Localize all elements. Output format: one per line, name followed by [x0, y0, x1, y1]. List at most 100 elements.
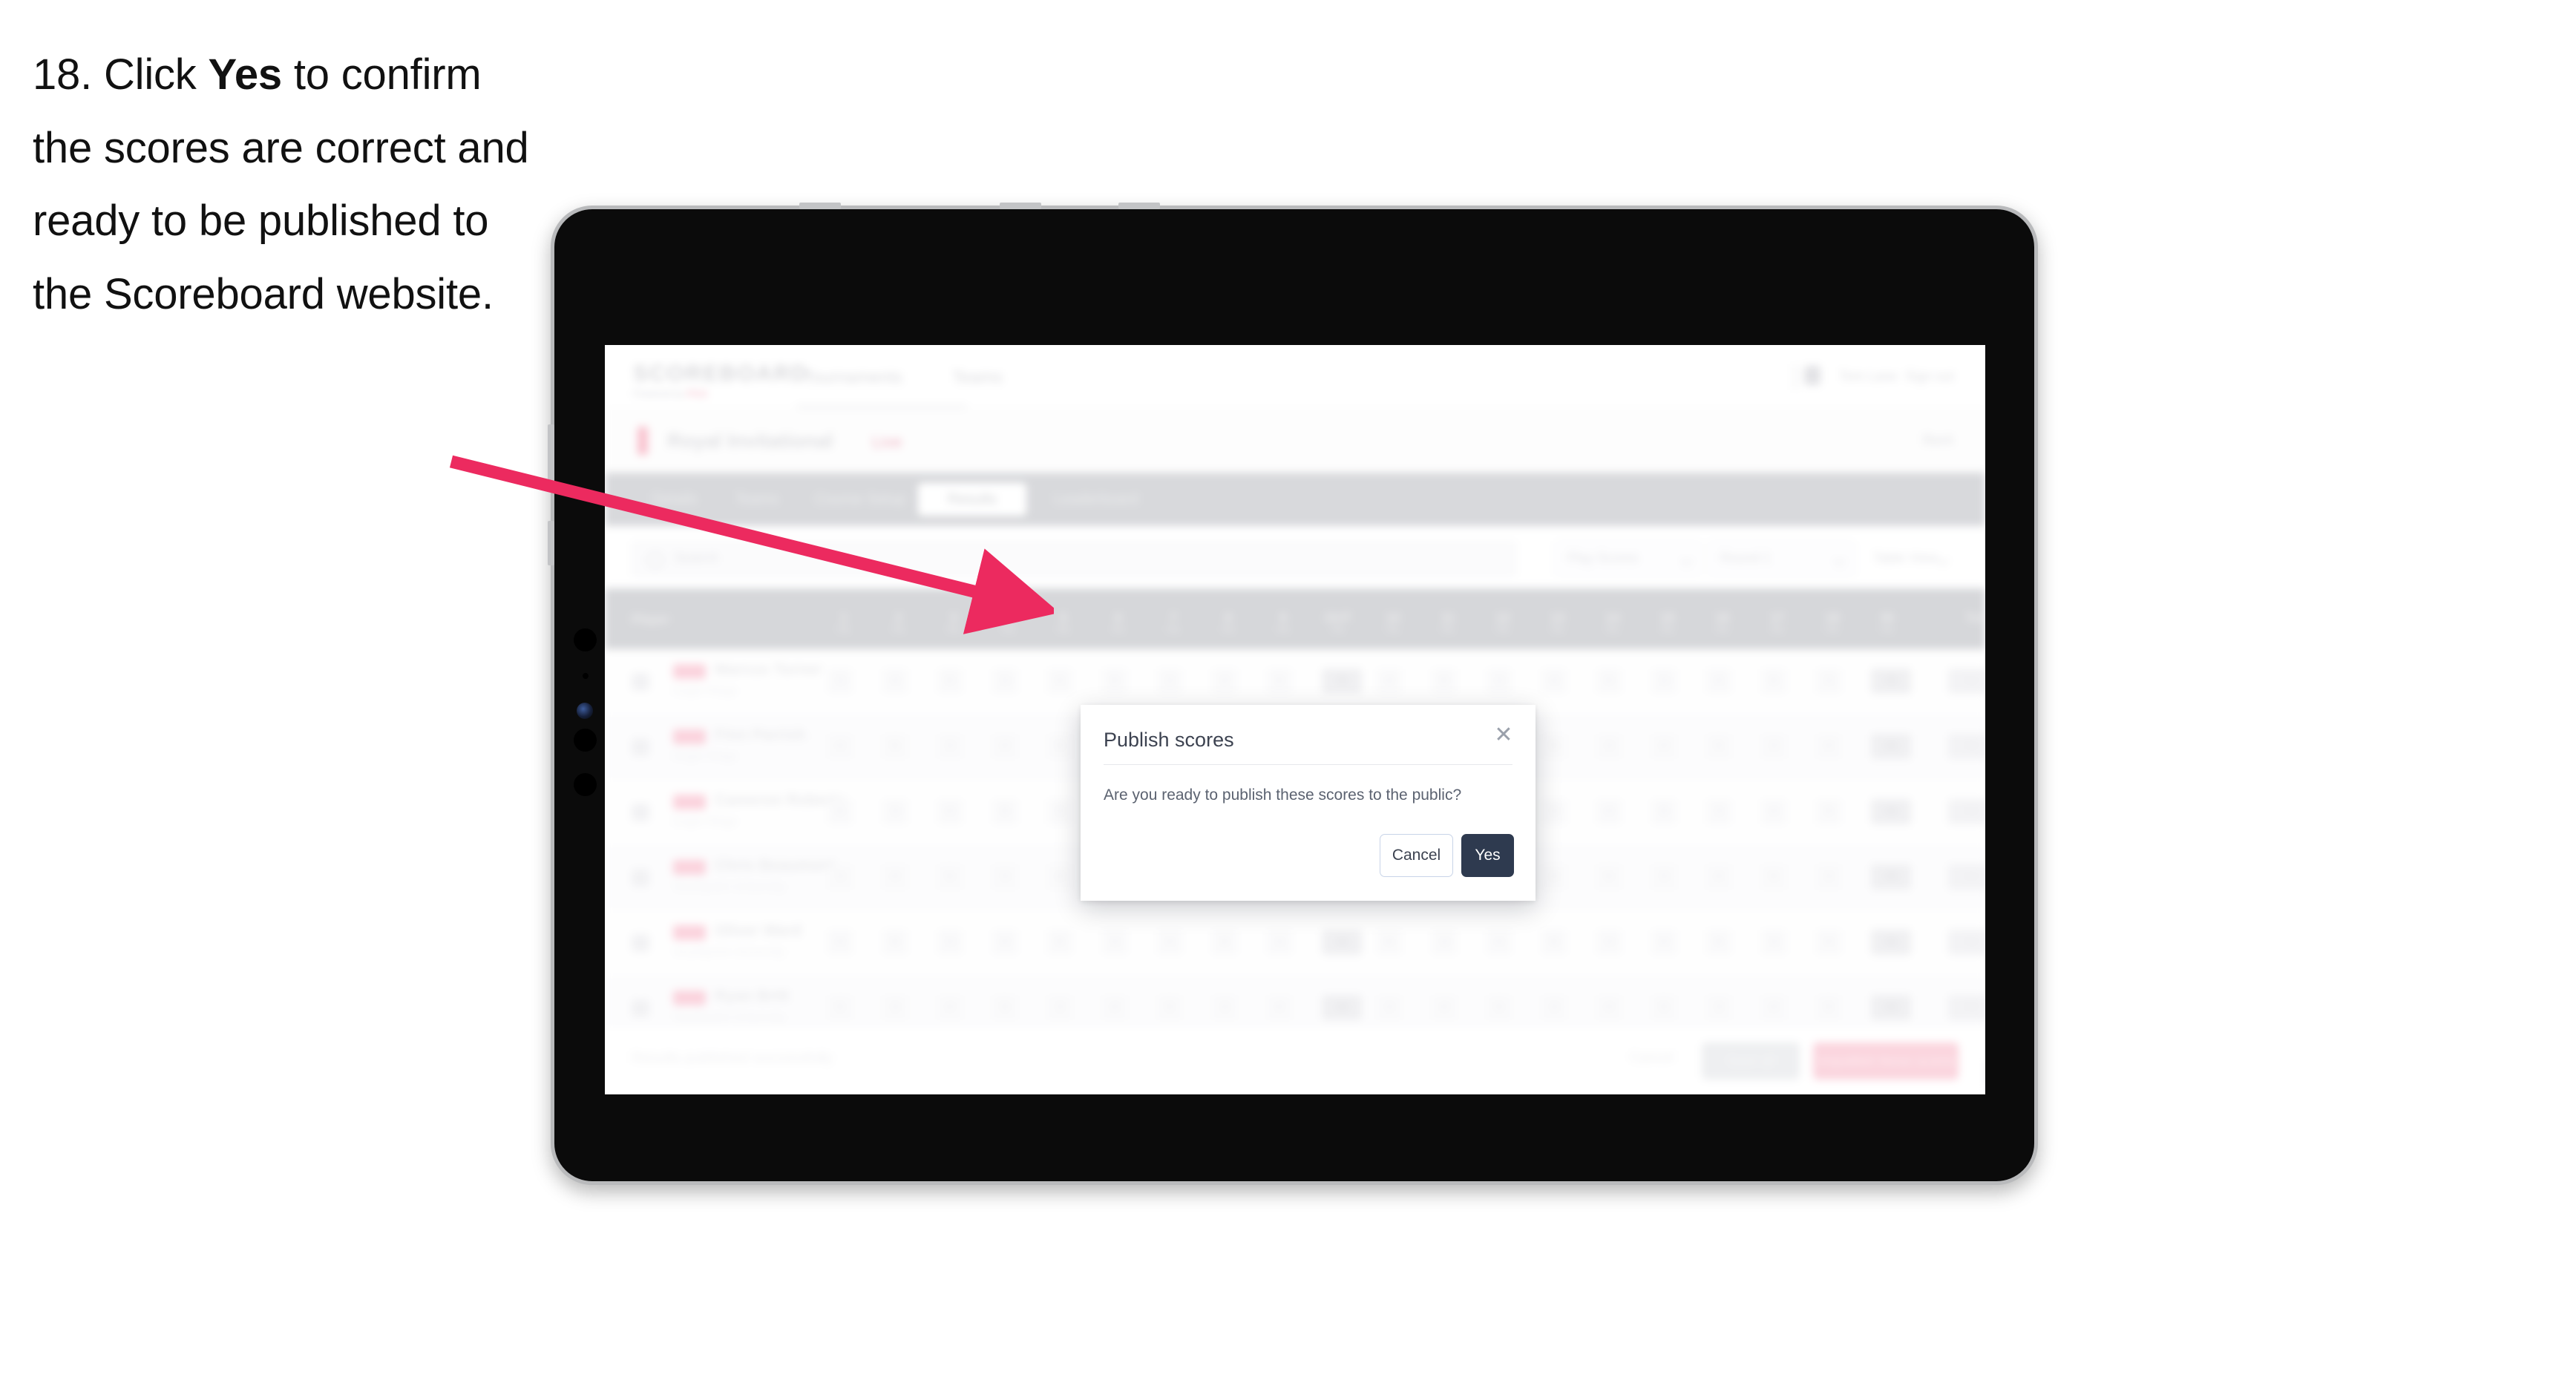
- tab-course-setup[interactable]: Course Setup: [792, 483, 928, 516]
- score-cell[interactable]: 4: [1487, 930, 1512, 955]
- footer-cancel-link[interactable]: Cancel: [1630, 1050, 1674, 1066]
- score-cell[interactable]: 3: [1267, 930, 1292, 955]
- score-cell[interactable]: 5: [1596, 669, 1622, 694]
- score-cell[interactable]: 3: [1541, 799, 1567, 824]
- score-cell[interactable]: 3: [1102, 930, 1127, 955]
- save-all-button[interactable]: Save all: [1702, 1042, 1800, 1080]
- score-cell[interactable]: 4: [1761, 995, 1786, 1020]
- score-cell[interactable]: 5: [1816, 995, 1841, 1020]
- score-cell[interactable]: 5: [1102, 669, 1127, 694]
- score-subtotal-cell[interactable]: 36: [1322, 995, 1362, 1020]
- row-checkbox[interactable]: [632, 869, 649, 887]
- score-subtotal-cell[interactable]: 36: [1871, 995, 1911, 1020]
- score-cell[interactable]: 5: [1706, 930, 1731, 955]
- score-cell[interactable]: 3: [992, 669, 1017, 694]
- tab-leaderboard[interactable]: Leaderboard: [1020, 483, 1172, 516]
- close-icon[interactable]: ✕: [1491, 723, 1516, 748]
- score-cell[interactable]: 5: [882, 734, 908, 759]
- score-cell[interactable]: 4: [1596, 995, 1622, 1020]
- score-cell[interactable]: 3: [1596, 930, 1622, 955]
- score-cell[interactable]: 4: [1212, 669, 1237, 694]
- score-cell[interactable]: 3: [827, 669, 853, 694]
- score-cell[interactable]: 3: [1047, 799, 1072, 824]
- score-cell[interactable]: 5: [1541, 734, 1567, 759]
- nav-user-menu[interactable]: Tom Lane Sign out: [1839, 369, 1954, 384]
- table-row[interactable]: Oliver Ward Southpoint University 4 5 3 4 5 3 4 5…: [605, 910, 1985, 976]
- score-cell[interactable]: 3: [827, 864, 853, 890]
- score-cell[interactable]: 5: [1541, 930, 1567, 955]
- user-avatar-icon[interactable]: [1804, 366, 1820, 385]
- score-cell[interactable]: 5: [1047, 930, 1072, 955]
- score-cell[interactable]: 3: [1706, 995, 1731, 1020]
- score-cell[interactable]: 5: [1212, 930, 1237, 955]
- score-subtotal-cell[interactable]: 36: [1322, 669, 1362, 694]
- score-cell[interactable]: 3: [1432, 930, 1457, 955]
- score-cell[interactable]: 3: [1212, 995, 1237, 1020]
- score-cell[interactable]: 4: [1706, 864, 1731, 890]
- score-cell[interactable]: 3: [1377, 995, 1402, 1020]
- score-cell[interactable]: 4: [1541, 669, 1567, 694]
- score-cell[interactable]: 5: [1377, 930, 1402, 955]
- score-cell[interactable]: 5: [937, 669, 963, 694]
- score-cell[interactable]: 4: [992, 734, 1017, 759]
- select-table-view[interactable]: Table View: [1861, 541, 1959, 577]
- nav-link-tournaments[interactable]: Tournaments: [804, 367, 902, 387]
- score-cell[interactable]: 3: [1651, 669, 1677, 694]
- score-cell[interactable]: 4: [1102, 995, 1127, 1020]
- cancel-button[interactable]: Cancel: [1380, 834, 1453, 877]
- score-cell[interactable]: 5: [1267, 669, 1292, 694]
- score-cell[interactable]: 3: [882, 995, 908, 1020]
- score-cell[interactable]: 4: [1541, 864, 1567, 890]
- score-cell[interactable]: 3: [1487, 669, 1512, 694]
- score-cell[interactable]: 3: [1541, 995, 1567, 1020]
- score-cell[interactable]: 5: [882, 930, 908, 955]
- score-cell[interactable]: 4: [1651, 734, 1677, 759]
- score-subtotal-cell[interactable]: 36: [1871, 864, 1911, 890]
- score-cell[interactable]: 4: [1706, 669, 1731, 694]
- score-cell[interactable]: 4: [827, 734, 853, 759]
- select-round[interactable]: Round 1: [1708, 541, 1855, 577]
- score-cell[interactable]: 5: [1816, 799, 1841, 824]
- tab-details[interactable]: Details: [627, 483, 722, 516]
- score-cell[interactable]: 3: [1706, 799, 1731, 824]
- score-cell[interactable]: 5: [1706, 734, 1731, 759]
- yes-button[interactable]: Yes: [1461, 834, 1514, 877]
- score-cell[interactable]: 5: [1596, 864, 1622, 890]
- event-back-link[interactable]: Back: [1923, 433, 1954, 449]
- score-cell[interactable]: 4: [1377, 669, 1402, 694]
- score-cell[interactable]: 4: [937, 799, 963, 824]
- score-cell[interactable]: 4: [1816, 734, 1841, 759]
- score-subtotal-cell[interactable]: 36: [1871, 734, 1911, 759]
- tab-teams[interactable]: Teams: [715, 483, 799, 516]
- nav-link-teams[interactable]: Teams: [952, 367, 1003, 387]
- score-cell[interactable]: 4: [1157, 930, 1182, 955]
- score-cell[interactable]: 4: [937, 995, 963, 1020]
- score-cell[interactable]: 4: [827, 930, 853, 955]
- score-cell[interactable]: 4: [1651, 930, 1677, 955]
- score-cell[interactable]: 4: [1047, 864, 1072, 890]
- score-cell[interactable]: 4: [1761, 799, 1786, 824]
- search-input[interactable]: Search: [632, 541, 1516, 577]
- score-cell[interactable]: 3: [1047, 995, 1072, 1020]
- score-cell[interactable]: 3: [1761, 930, 1786, 955]
- score-subtotal-cell[interactable]: 36: [1871, 799, 1911, 824]
- score-cell[interactable]: 4: [1267, 995, 1292, 1020]
- score-cell[interactable]: 3: [1651, 864, 1677, 890]
- score-cell[interactable]: 5: [1761, 864, 1786, 890]
- row-checkbox[interactable]: [632, 999, 649, 1017]
- score-cell[interactable]: 4: [1047, 669, 1072, 694]
- score-cell[interactable]: 3: [937, 930, 963, 955]
- score-cell[interactable]: 3: [1816, 864, 1841, 890]
- unpublish-scores-button[interactable]: Unpublish these scores: [1813, 1042, 1959, 1080]
- score-subtotal-cell[interactable]: 36: [1322, 930, 1362, 955]
- score-cell[interactable]: 5: [937, 864, 963, 890]
- score-cell[interactable]: 3: [1596, 734, 1622, 759]
- score-cell[interactable]: 5: [992, 799, 1017, 824]
- score-cell[interactable]: 5: [827, 799, 853, 824]
- tab-results[interactable]: Results: [918, 483, 1026, 516]
- score-cell[interactable]: 3: [1816, 669, 1841, 694]
- score-cell[interactable]: 3: [992, 864, 1017, 890]
- score-cell[interactable]: 5: [992, 995, 1017, 1020]
- score-cell[interactable]: 4: [1432, 995, 1457, 1020]
- row-checkbox[interactable]: [632, 934, 649, 952]
